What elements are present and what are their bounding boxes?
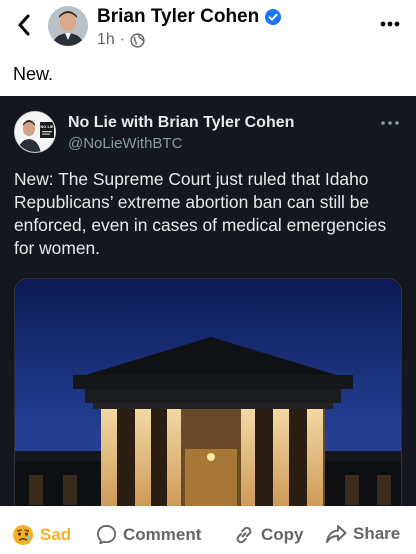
link-icon <box>236 526 252 544</box>
reaction-sad-label: Sad <box>40 525 72 544</box>
supreme-court-image <box>15 279 401 506</box>
share-arrow-icon <box>326 525 347 543</box>
author-name-row: Brian Tyler Cohen <box>97 6 282 28</box>
tweet-display-name[interactable]: No Lie with Brian Tyler Cohen <box>68 114 294 132</box>
post-action-bar: Sad Comment Copy Share <box>0 514 416 554</box>
reaction-sad-button[interactable]: Sad <box>12 524 71 546</box>
tweet-avatar-text: NO LIE <box>40 124 54 129</box>
post-header: Brian Tyler Cohen 1h · <box>0 0 416 56</box>
tweet-handle[interactable]: @NoLieWithBTC <box>68 135 182 152</box>
author-avatar[interactable] <box>48 6 88 46</box>
meta-separator: · <box>119 31 126 48</box>
verified-badge-icon <box>265 9 282 25</box>
comment-button[interactable]: Comment <box>96 524 201 545</box>
tweet-more-icon[interactable] <box>380 116 400 130</box>
tweet-body: New: The Supreme Court just ruled that I… <box>14 169 387 258</box>
comment-label: Comment <box>123 524 202 544</box>
globe-icon <box>130 32 145 48</box>
copy-label: Copy <box>261 525 304 544</box>
author-avatar-image <box>48 6 88 46</box>
more-horizontal-icon <box>380 21 400 27</box>
back-button[interactable] <box>10 10 38 40</box>
share-button[interactable]: Share <box>325 524 400 544</box>
post-options-button[interactable] <box>378 14 402 34</box>
tweet-avatar[interactable]: NO LIE <box>14 111 56 153</box>
comment-icon <box>97 525 116 545</box>
copy-button[interactable]: Copy <box>233 524 304 546</box>
chevron-left-icon <box>18 14 30 36</box>
post-text: New. <box>13 64 54 84</box>
sad-face-icon <box>13 525 33 545</box>
author-name[interactable]: Brian Tyler Cohen <box>97 6 259 28</box>
tweet-avatar-image: NO LIE <box>15 112 55 152</box>
post-timestamp[interactable]: 1h <box>97 31 115 49</box>
embedded-tweet-card[interactable]: NO LIE No Lie with Brian Tyler Cohen @No… <box>0 96 416 506</box>
share-label: Share <box>353 524 401 543</box>
post-meta: 1h · <box>97 31 145 49</box>
supreme-court-photo[interactable] <box>14 278 402 506</box>
